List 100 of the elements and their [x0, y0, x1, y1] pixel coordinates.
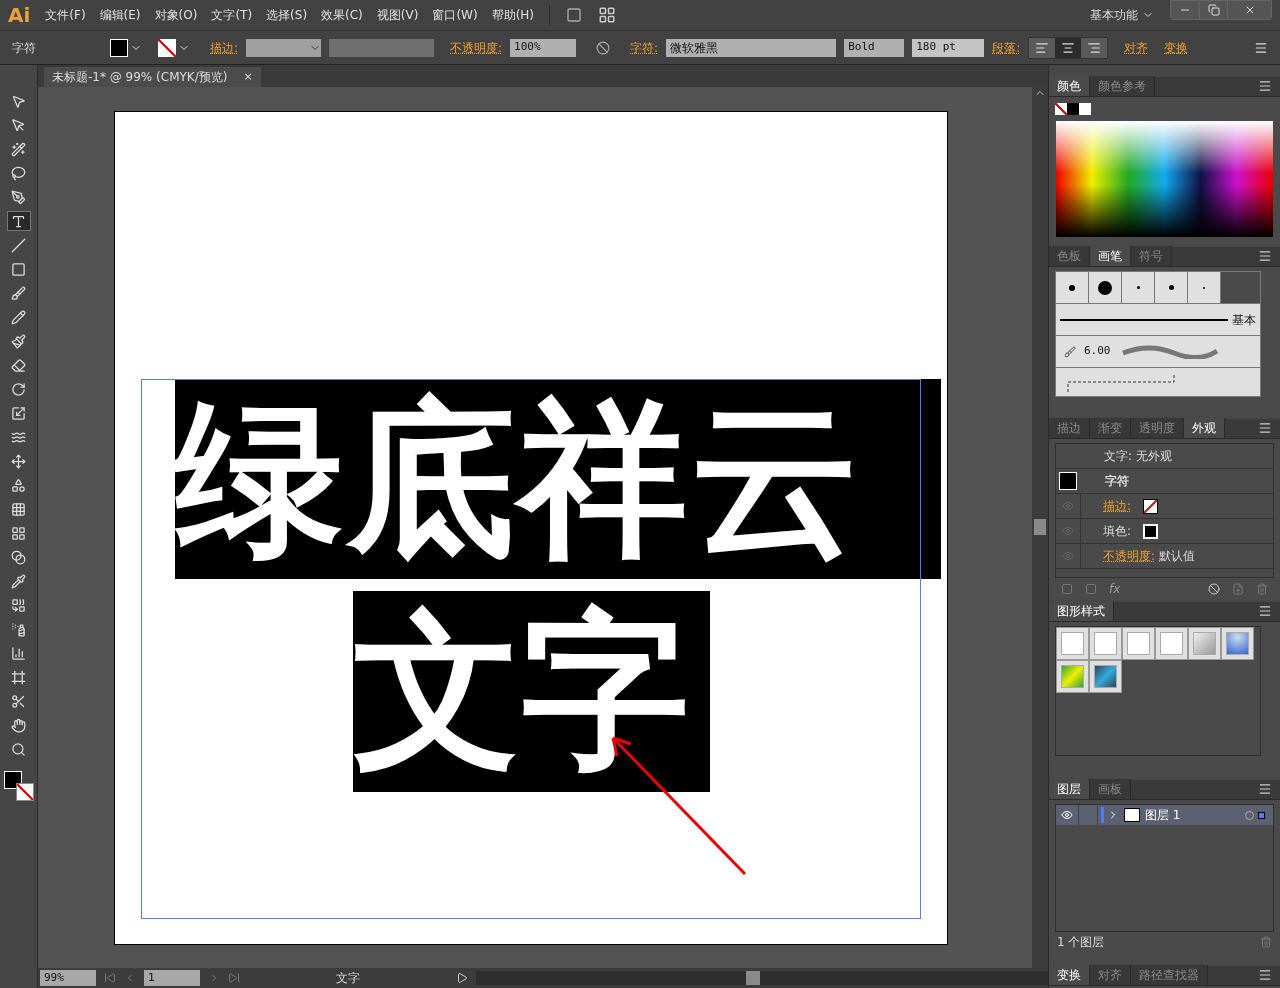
- panel-menu-icon[interactable]: [1258, 782, 1272, 796]
- panel-menu-icon[interactable]: [1258, 79, 1272, 93]
- panel-tab[interactable]: 渐变: [1090, 418, 1131, 438]
- option-label[interactable]: 描边:: [1103, 499, 1132, 513]
- align-button[interactable]: [1029, 37, 1056, 58]
- option-label[interactable]: 描边:: [210, 40, 239, 55]
- brush-stroke-drawing[interactable]: [1060, 318, 1228, 321]
- page-field[interactable]: 1: [144, 970, 200, 986]
- font-size-field[interactable]: 180 pt: [912, 38, 985, 57]
- panel-tab[interactable]: 画笔: [1090, 246, 1131, 266]
- panel-tab[interactable]: 颜色参考: [1090, 76, 1155, 96]
- panel-tab[interactable]: 符号: [1131, 246, 1172, 266]
- option-label[interactable]: 字符:: [630, 40, 659, 55]
- zoom-field[interactable]: 99%: [40, 970, 96, 986]
- bridge-icon[interactable]: [566, 7, 582, 23]
- minimize-button[interactable]: [1171, 1, 1199, 19]
- fill-swatch[interactable]: [1143, 523, 1159, 539]
- tool-icon: [11, 573, 26, 589]
- recolor-icon[interactable]: [596, 40, 611, 55]
- fill-stroke-swatch[interactable]: [3, 771, 34, 801]
- option-label[interactable]: 对齐: [1124, 40, 1149, 55]
- fill-swatch[interactable]: [1059, 472, 1077, 490]
- menu-item[interactable]: 选择(S): [259, 6, 315, 24]
- tool-icon: [11, 693, 26, 709]
- option-label[interactable]: 变换: [1164, 40, 1189, 55]
- document-tab[interactable]: 未标题-1* @ 99% (CMYK/预览) ×: [44, 67, 261, 87]
- arrange-documents-icon[interactable]: [598, 6, 616, 24]
- layer-row[interactable]: 图层 1: [1056, 805, 1273, 825]
- menu-item[interactable]: 文件(F): [38, 6, 93, 24]
- opacity-field[interactable]: 100%: [510, 38, 577, 57]
- graphic-style-swatch[interactable]: [1089, 660, 1122, 693]
- graphic-style-swatch[interactable]: [1056, 627, 1089, 660]
- first-page-icon[interactable]: [104, 972, 116, 984]
- body-text: 文字: [353, 591, 710, 792]
- panel-tab[interactable]: 画板: [1090, 779, 1131, 799]
- stroke-swatch[interactable]: [158, 38, 190, 57]
- menu-item[interactable]: 帮助(H): [484, 6, 541, 24]
- stroke-swatch[interactable]: [1143, 498, 1159, 514]
- menu-item[interactable]: 视图(V): [369, 6, 426, 24]
- tool-button[interactable]: [6, 211, 31, 231]
- tool-icon: [11, 597, 26, 613]
- option-label[interactable]: 段落:: [992, 38, 1021, 57]
- last-page-icon[interactable]: [228, 972, 240, 984]
- graphic-style-swatch[interactable]: [1122, 627, 1155, 660]
- align-button[interactable]: [1081, 37, 1108, 58]
- panel-menu-icon[interactable]: [1258, 421, 1272, 435]
- graphic-style-swatch[interactable]: [1155, 627, 1188, 660]
- stroke-weight-field[interactable]: [246, 38, 322, 57]
- color-spectrum[interactable]: [1056, 121, 1273, 237]
- menu-item[interactable]: 窗口(W): [425, 6, 485, 24]
- visibility-icon[interactable]: [1061, 809, 1073, 821]
- panel-menu-icon[interactable]: [1258, 968, 1272, 982]
- workspace-switcher[interactable]: 基本功能: [1090, 6, 1154, 24]
- panel-tab[interactable]: 外观: [1184, 418, 1225, 438]
- align-button[interactable]: [1055, 37, 1082, 58]
- panel-menu-icon[interactable]: [1258, 249, 1272, 263]
- option-label[interactable]: 不透明度:: [1103, 549, 1156, 563]
- tab-close-button[interactable]: ×: [243, 68, 253, 86]
- option-label[interactable]: 不透明度:: [450, 40, 503, 55]
- panel-tab[interactable]: 颜色: [1049, 76, 1090, 96]
- fill-color-swatch[interactable]: [1067, 103, 1079, 115]
- tool-icon: [11, 189, 26, 205]
- none-swatch[interactable]: [1055, 103, 1067, 115]
- scroll-thumb[interactable]: [1034, 519, 1046, 535]
- graphic-style-swatch[interactable]: [1089, 627, 1122, 660]
- panel-tab[interactable]: 图形样式: [1049, 601, 1114, 621]
- panel-tab[interactable]: 透明度: [1131, 418, 1184, 438]
- menu-item[interactable]: 编辑(E): [92, 6, 148, 24]
- menu-item[interactable]: 文字(T): [204, 6, 260, 24]
- panel-menu-icon[interactable]: [1258, 604, 1272, 618]
- clear-icon[interactable]: [1208, 583, 1220, 595]
- panel-tab[interactable]: 对齐: [1090, 965, 1131, 985]
- graphic-style-swatch[interactable]: [1221, 627, 1254, 660]
- panel-menu-icon[interactable]: [1254, 40, 1268, 55]
- panel-tab[interactable]: 路径查找器: [1131, 965, 1208, 985]
- panel-tab[interactable]: 描边: [1049, 418, 1090, 438]
- scroll-thumb[interactable]: [746, 971, 760, 985]
- brush-sample[interactable]: [1089, 272, 1122, 303]
- layer-name[interactable]: 图层 1: [1145, 806, 1241, 824]
- restore-button[interactable]: [1199, 1, 1227, 19]
- appearance-item[interactable]: 字符: [1105, 472, 1129, 490]
- menu-item[interactable]: 效果(C): [314, 6, 370, 24]
- horizontal-scrollbar[interactable]: [476, 971, 1048, 985]
- selection-icon[interactable]: [1258, 811, 1265, 819]
- font-style-field[interactable]: Bold: [844, 38, 905, 57]
- fill-swatch[interactable]: [110, 38, 142, 57]
- tool-icon: [11, 717, 26, 733]
- menu-item[interactable]: 对象(O): [147, 6, 205, 24]
- panel-tab[interactable]: 变换: [1049, 965, 1090, 985]
- graphic-style-swatch[interactable]: [1056, 660, 1089, 693]
- vertical-scrollbar[interactable]: [1032, 87, 1048, 968]
- panel-tab[interactable]: 色板: [1049, 246, 1090, 266]
- restore-icon: [1207, 4, 1220, 16]
- status-menu-icon[interactable]: [456, 972, 468, 984]
- tool-icon: [11, 645, 26, 661]
- brush-sample[interactable]: [1056, 272, 1089, 303]
- panel-tab[interactable]: 图层: [1049, 779, 1090, 799]
- graphic-style-swatch[interactable]: [1188, 627, 1221, 660]
- font-family-field[interactable]: 微软雅黑: [666, 38, 837, 57]
- default-color-swatch[interactable]: [1079, 103, 1091, 115]
